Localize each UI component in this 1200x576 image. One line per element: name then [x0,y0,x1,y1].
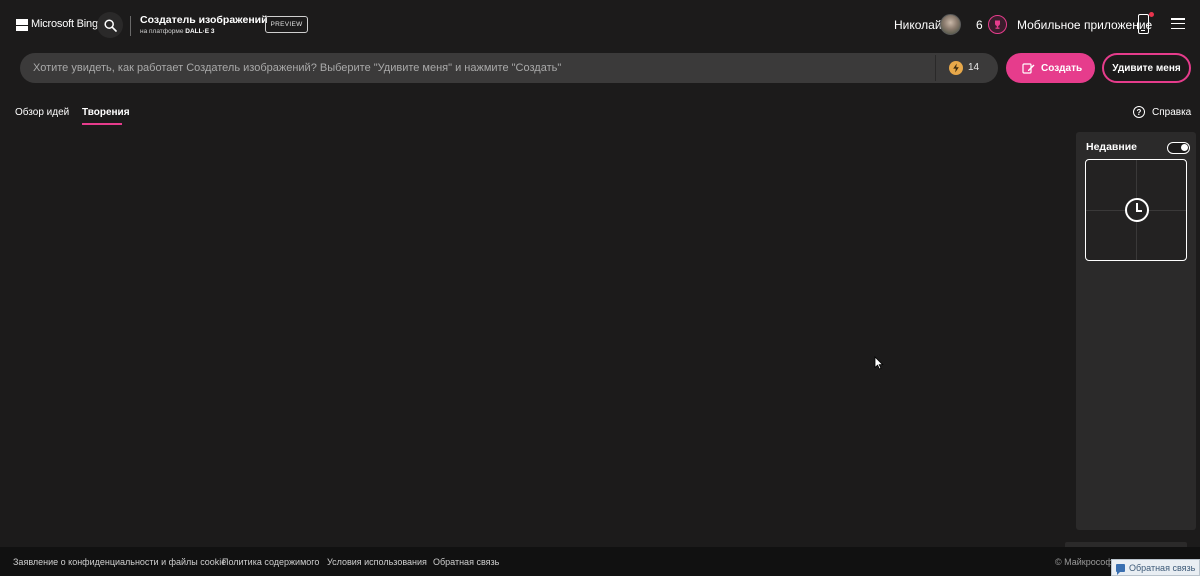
footer-link-terms[interactable]: Условия использования [327,557,427,567]
app-subtitle-model: DALL·E 3 [185,28,215,35]
trophy-icon[interactable] [988,15,1007,34]
preview-badge: PREVIEW [265,16,308,33]
create-icon [1022,63,1035,74]
app-subtitle-prefix: на платформе [140,28,186,35]
clock-icon [1125,198,1149,222]
toggle-knob [1180,144,1188,152]
brand-name[interactable]: Microsoft Bing [31,18,98,30]
header-divider [130,16,131,36]
user-name[interactable]: Николай [894,18,942,32]
create-button-label: Создать [1041,62,1083,74]
search-button[interactable] [97,12,123,38]
app-title[interactable]: Создатель изображений [140,14,268,26]
header: Microsoft Bing Создатель изображений на … [0,0,1200,50]
footer-link-feedback[interactable]: Обратная связь [433,557,499,567]
search-icon [103,18,117,32]
prompt-input[interactable] [20,53,935,83]
lightning-icon[interactable] [949,61,963,75]
prompt-bar: 14 [20,53,998,83]
tab-creations[interactable]: Творения [82,107,130,118]
phone-icon[interactable] [1138,14,1149,34]
microsoft-logo-icon[interactable] [16,19,28,31]
footer: Заявление о конфиденциальности и файлы c… [0,547,1200,576]
boost-count[interactable]: 14 [968,62,979,73]
hamburger-menu-icon[interactable] [1171,18,1185,29]
chat-bubble-icon [1116,563,1125,575]
app-subtitle: на платформе DALL·E 3 [140,28,215,35]
boost-divider [935,55,936,81]
avatar[interactable] [940,14,961,35]
feedback-button-label: Обратная связь [1129,562,1196,573]
mouse-cursor-icon [874,356,884,370]
help-label: Справка [1152,106,1192,118]
tab-explore[interactable]: Обзор идей [15,107,69,118]
mobile-app-link[interactable]: Мобильное приложение [1017,18,1152,32]
recent-panel: Недавние [1076,132,1196,530]
feedback-button[interactable]: Обратная связь [1111,559,1200,576]
help-icon: ? [1133,106,1145,118]
recent-toggle[interactable] [1167,142,1190,154]
recent-placeholder-card [1085,159,1187,261]
rewards-count[interactable]: 6 [976,18,983,32]
recent-title: Недавние [1086,141,1138,153]
footer-link-privacy[interactable]: Заявление о конфиденциальности и файлы c… [13,557,226,567]
copyright: © Майкрософ [1055,557,1113,567]
footer-link-content-policy[interactable]: Политика содержимого [222,557,319,567]
notification-dot [1149,12,1154,17]
help-link[interactable]: ? Справка [1133,106,1191,118]
surprise-me-button[interactable]: Удивите меня [1102,53,1191,83]
create-button[interactable]: Создать [1006,53,1095,83]
active-tab-indicator [82,123,122,125]
